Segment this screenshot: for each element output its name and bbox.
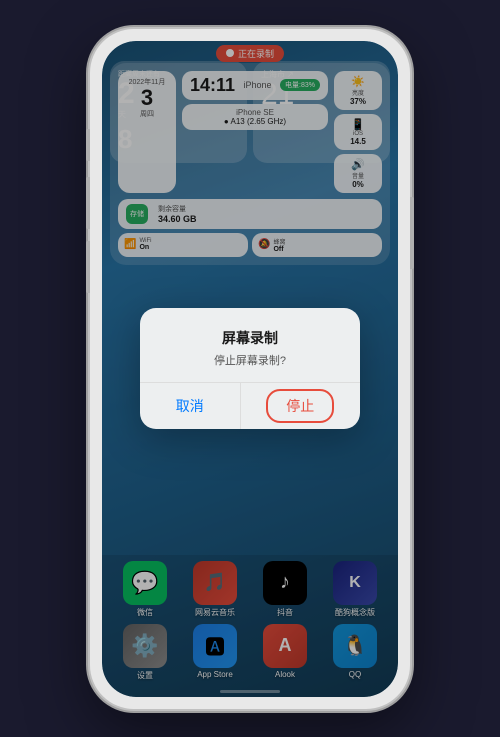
dialog-button-row: 取消 停止	[140, 382, 360, 429]
phone-frame: 正在录制 2022年11月 3 周四 14:	[90, 29, 410, 709]
phone-inner: 正在录制 2022年11月 3 周四 14:	[102, 41, 398, 697]
volume-up-button[interactable]	[86, 177, 90, 229]
dialog-overlay: 屏幕录制 停止屏幕录制? 取消 停止	[102, 41, 398, 697]
screen-recording-dialog: 屏幕录制 停止屏幕录制? 取消 停止	[140, 308, 360, 429]
volume-down-button[interactable]	[86, 241, 90, 293]
stop-wrapper: 停止	[241, 383, 361, 429]
cancel-button[interactable]: 取消	[140, 383, 241, 429]
mute-button[interactable]	[86, 129, 90, 161]
stop-button[interactable]: 停止	[266, 389, 334, 423]
dialog-message: 停止屏幕录制?	[164, 352, 336, 368]
power-button[interactable]	[410, 197, 414, 269]
dialog-title: 屏幕录制	[164, 328, 336, 348]
screen: 正在录制 2022年11月 3 周四 14:	[102, 41, 398, 697]
